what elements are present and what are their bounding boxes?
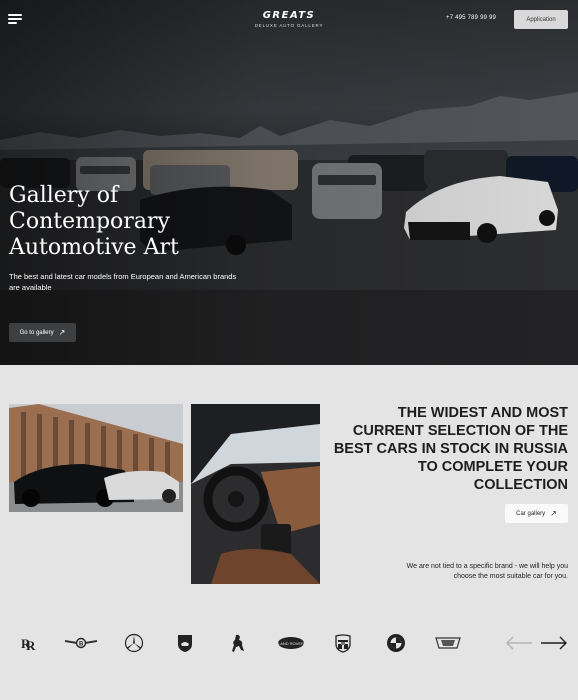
land-rover-logo[interactable]: LAND ROVER bbox=[275, 628, 307, 658]
brand-carousel: RR B LAND ROVER bbox=[0, 628, 578, 658]
bentley-logo[interactable]: B bbox=[62, 628, 100, 658]
arrow-up-right-icon: ↗ bbox=[550, 508, 557, 518]
car-gallery-label: Car gallery bbox=[516, 510, 546, 517]
logo-tagline: DELUXE AUTO GALLERY bbox=[254, 23, 324, 28]
car-gallery-button[interactable]: Car gallery ↗ bbox=[505, 504, 568, 523]
carousel-next-arrow-icon[interactable] bbox=[540, 634, 568, 652]
top-navigation-bar: GREATS DELUXE AUTO GALLERY +7 495 789 99… bbox=[0, 0, 578, 40]
rolls-royce-logo[interactable]: RR bbox=[16, 628, 42, 658]
car-interior-photo bbox=[191, 404, 320, 584]
arrow-up-right-icon: ↗ bbox=[58, 327, 66, 337]
mercedes-benz-logo[interactable] bbox=[120, 628, 148, 658]
go-to-gallery-label: Go to gallery bbox=[19, 329, 54, 336]
svg-text:R: R bbox=[26, 638, 36, 652]
phone-link[interactable]: +7 495 789 99 99 bbox=[446, 15, 496, 21]
brand-note: We are not tied to a specific brand - we… bbox=[406, 563, 568, 580]
building-car-photo bbox=[9, 404, 183, 512]
porsche-logo[interactable] bbox=[332, 628, 354, 658]
cadillac-logo[interactable] bbox=[434, 628, 462, 658]
showcase-headline: THE WIDEST AND MOST CURRENT SELECTION OF… bbox=[333, 405, 568, 493]
site-logo[interactable]: GREATS DELUXE AUTO GALLERY bbox=[249, 10, 329, 28]
svg-text:B: B bbox=[79, 642, 84, 648]
bmw-logo[interactable] bbox=[384, 628, 408, 658]
logo-wordmark: GREATS bbox=[262, 10, 316, 21]
hamburger-menu-icon[interactable] bbox=[8, 14, 22, 24]
land-rover-logo-text: LAND ROVER bbox=[278, 641, 304, 646]
lamborghini-logo[interactable] bbox=[172, 628, 198, 658]
carousel-prev-arrow-icon[interactable] bbox=[505, 634, 533, 652]
hero-section: GREATS DELUXE AUTO GALLERY +7 495 789 99… bbox=[0, 0, 578, 365]
hero-title: Gallery of Contemporary Automotive Art bbox=[9, 183, 179, 260]
application-button[interactable]: Application bbox=[514, 10, 568, 29]
hero-subtitle: The best and latest car models from Euro… bbox=[9, 272, 237, 292]
ferrari-logo[interactable] bbox=[226, 628, 250, 658]
go-to-gallery-button[interactable]: Go to gallery ↗ bbox=[9, 323, 76, 342]
